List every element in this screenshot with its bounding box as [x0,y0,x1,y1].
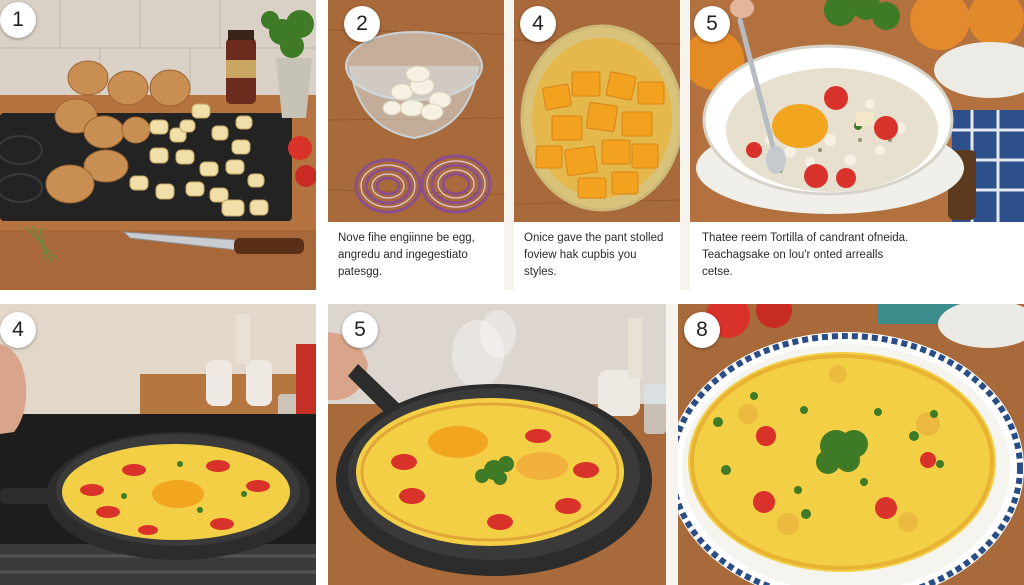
cooking-tortilla-pan-image [328,304,666,585]
step-number-badge: 5 [342,312,378,348]
tortilla-in-pan-on-stove-image [0,304,316,585]
caption-line: foview hak cupbis you [524,249,637,261]
step-5-photo: Thatee reem Tortilla of candrant ofneida… [690,0,1024,290]
step-number-badge: 1 [0,2,36,38]
step-8-plate-photo: 8 [678,304,1024,585]
egg-mixture-bowl-image [690,0,1024,222]
caption-line: Teachagsake on lou'r onted arrealls [702,249,884,261]
step-number-badge: 4 [520,6,556,42]
caption-line: Nove fihe engiinne be egg, [338,232,475,244]
finished-tortilla-on-plate-image [678,304,1024,585]
step-caption: Nove fihe engiinne be egg, angredu and i… [328,222,504,290]
step-5-pan-photo: 5 [328,304,666,585]
step-4-photo: Onice gave the pant stolled foview hak c… [514,0,680,290]
potatoes-on-cutting-board-image [0,0,316,290]
step-2-photo: Nove fihe engiinne be egg, angredu and i… [328,0,504,290]
panel-separator [0,290,1024,304]
caption-line: angredu and ingegestiato [338,249,468,261]
caption-line: styles. [524,266,557,278]
step-number-badge: 4 [0,312,36,348]
step-4-stove-photo: 4 [0,304,316,585]
step-number-badge: 5 [694,6,730,42]
caption-line: Thatee reem Tortilla of candrant ofneida… [702,232,909,244]
caption-line: cetse. [702,266,733,278]
step-number-badge: 2 [344,6,380,42]
step-1-photo: 1 [0,0,316,290]
step-caption: Onice gave the pant stolled foview hak c… [514,222,680,290]
step-number-badge: 8 [684,312,720,348]
caption-line: Onice gave the pant stolled [524,232,664,244]
step-caption: Thatee reem Tortilla of candrant ofneida… [690,222,1024,290]
caption-line: patesgg. [338,266,383,278]
